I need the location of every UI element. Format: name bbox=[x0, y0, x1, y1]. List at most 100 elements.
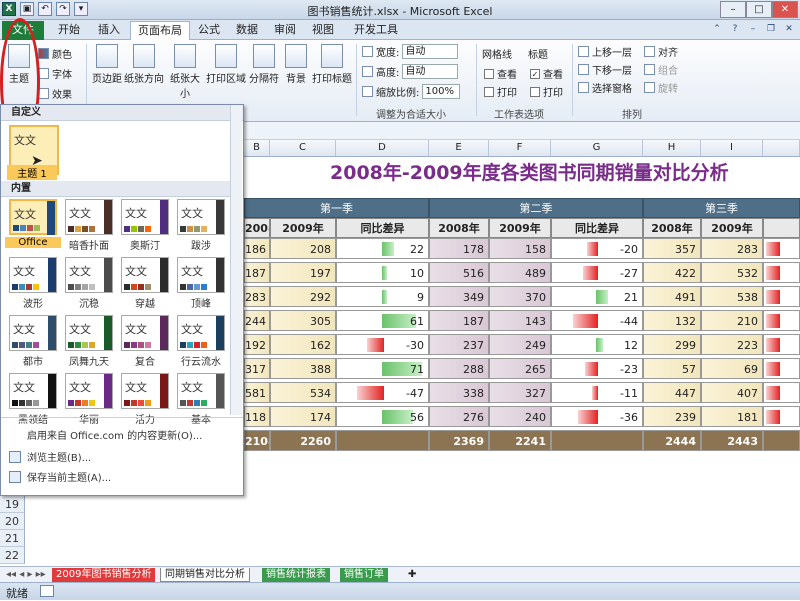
q3-2009-cell[interactable]: 223 bbox=[701, 334, 763, 355]
q1-2008-cell[interactable]: 118 bbox=[244, 406, 270, 427]
width-combo[interactable]: 自动 bbox=[402, 44, 459, 59]
restore-workbook-icon[interactable]: ❐ bbox=[764, 22, 778, 36]
sheet-tab-orders[interactable]: 销售订单 bbox=[340, 568, 388, 582]
diff-cell[interactable]: -30 bbox=[336, 334, 429, 355]
column-header-c[interactable]: C bbox=[270, 140, 336, 157]
diff-cell[interactable]: -23 bbox=[551, 358, 643, 379]
theme-thumb[interactable]: 文文 bbox=[177, 257, 225, 293]
q2-2009-cell[interactable]: 370 bbox=[489, 286, 551, 307]
q3-diff-cell[interactable] bbox=[763, 238, 800, 259]
q2-2008-cell[interactable]: 237 bbox=[429, 334, 489, 355]
send-backward-button[interactable]: 下移一层 bbox=[578, 62, 632, 77]
diff-cell[interactable]: -27 bbox=[551, 262, 643, 283]
tab-page-layout[interactable]: 页面布局 bbox=[130, 21, 190, 40]
diff-cell[interactable]: -11 bbox=[551, 382, 643, 403]
row-header[interactable]: 20 bbox=[0, 513, 25, 530]
q2-2009-cell[interactable]: 143 bbox=[489, 310, 551, 331]
scale-input[interactable]: 100% bbox=[422, 84, 461, 99]
q3-2008-cell[interactable]: 447 bbox=[643, 382, 701, 403]
sheet-tab-report[interactable]: 销售统计报表 bbox=[262, 568, 330, 582]
q1-2008-cell[interactable]: 581 bbox=[244, 382, 270, 403]
q3-2009-cell[interactable]: 532 bbox=[701, 262, 763, 283]
collapse-ribbon-icon[interactable]: ⌃ bbox=[710, 22, 724, 36]
q3-diff-total[interactable] bbox=[763, 430, 800, 451]
q2-2008-cell[interactable]: 178 bbox=[429, 238, 489, 259]
gridlines-print-check[interactable]: 打印 bbox=[484, 84, 517, 99]
tab-data[interactable]: 数据 bbox=[230, 21, 264, 40]
q2-2008-cell[interactable]: 338 bbox=[429, 382, 489, 403]
q2-2009-cell[interactable]: 489 bbox=[489, 262, 551, 283]
q2-2009-cell[interactable]: 327 bbox=[489, 382, 551, 403]
group-button[interactable]: 组合 bbox=[644, 62, 678, 77]
row-header[interactable]: 21 bbox=[0, 530, 25, 547]
q3-diff-cell[interactable] bbox=[763, 358, 800, 379]
orientation-button[interactable]: 纸张方向 bbox=[124, 44, 164, 85]
q3-2009-cell[interactable]: 283 bbox=[701, 238, 763, 259]
theme-thumb[interactable]: 文文 bbox=[121, 257, 169, 293]
q3-2009-cell[interactable]: 210 bbox=[701, 310, 763, 331]
column-header-g[interactable]: G bbox=[551, 140, 643, 157]
headings-view-check[interactable]: ✓ 查看 bbox=[530, 66, 563, 81]
q3-diff-cell[interactable] bbox=[763, 382, 800, 403]
q2-2009-total[interactable]: 2241 bbox=[489, 430, 551, 451]
diff-cell[interactable]: 10 bbox=[336, 262, 429, 283]
sheet-tab-comparison[interactable]: 同期销售对比分析 bbox=[160, 568, 250, 582]
q1-2009-cell[interactable]: 208 bbox=[270, 238, 336, 259]
theme-fonts-button[interactable]: 字体 bbox=[38, 66, 72, 81]
column-header-f[interactable]: F bbox=[489, 140, 551, 157]
column-header-e[interactable]: E bbox=[429, 140, 489, 157]
q1-2008-cell[interactable]: 317 bbox=[244, 358, 270, 379]
help-icon[interactable]: ? bbox=[728, 22, 742, 36]
row-header[interactable]: 22 bbox=[0, 547, 25, 564]
theme-thumb[interactable]: 文文 bbox=[9, 199, 57, 235]
browse-themes-item[interactable]: 浏览主题(B)... bbox=[9, 449, 91, 464]
q1-2008-cell[interactable]: 186 bbox=[244, 238, 270, 259]
tab-developer[interactable]: 开发工具 bbox=[346, 21, 406, 40]
theme-thumb[interactable]: 文文 bbox=[9, 373, 57, 409]
q1-2008-cell[interactable]: 244 bbox=[244, 310, 270, 331]
q3-2009-cell[interactable]: 181 bbox=[701, 406, 763, 427]
q2-2008-cell[interactable]: 276 bbox=[429, 406, 489, 427]
tab-insert[interactable]: 插入 bbox=[90, 21, 128, 40]
diff-cell[interactable]: 12 bbox=[551, 334, 643, 355]
q1-2009-cell[interactable]: 197 bbox=[270, 262, 336, 283]
background-button[interactable]: 背景 bbox=[282, 44, 310, 85]
column-header-b[interactable]: B bbox=[244, 140, 270, 157]
theme-effects-button[interactable]: 效果 bbox=[38, 86, 72, 101]
column-header-next[interactable] bbox=[763, 140, 800, 157]
breaks-button[interactable]: 分隔符 bbox=[248, 44, 280, 85]
q1-2009-cell[interactable]: 292 bbox=[270, 286, 336, 307]
theme-thumb[interactable]: 文文 bbox=[121, 315, 169, 351]
diff-cell[interactable]: -47 bbox=[336, 382, 429, 403]
column-header-d[interactable]: D bbox=[336, 140, 429, 157]
q3-2009-total[interactable]: 2443 bbox=[701, 430, 763, 451]
q1-2009-cell[interactable]: 534 bbox=[270, 382, 336, 403]
theme-thumb[interactable]: 文文 bbox=[65, 315, 113, 351]
q2-diff-total[interactable] bbox=[551, 430, 643, 451]
height-combo[interactable]: 自动 bbox=[402, 64, 459, 79]
tab-view[interactable]: 视图 bbox=[306, 21, 340, 40]
theme-thumb[interactable]: 文文 bbox=[65, 373, 113, 409]
column-header-h[interactable]: H bbox=[643, 140, 701, 157]
gallery-scrollbar[interactable] bbox=[230, 105, 242, 415]
enable-office-updates-item[interactable]: 启用来自 Office.com 的内容更新(O)... bbox=[9, 427, 202, 442]
q3-2008-total[interactable]: 2444 bbox=[643, 430, 701, 451]
bring-forward-button[interactable]: 上移一层 bbox=[578, 44, 632, 59]
minimize-workbook-icon[interactable]: – bbox=[746, 22, 760, 36]
q2-2008-cell[interactable]: 187 bbox=[429, 310, 489, 331]
tab-home[interactable]: 开始 bbox=[50, 21, 88, 40]
q3-diff-cell[interactable] bbox=[763, 406, 800, 427]
q1-2008-cell[interactable]: 283 bbox=[244, 286, 270, 307]
diff-cell[interactable]: -44 bbox=[551, 310, 643, 331]
theme-thumb[interactable]: 文文 bbox=[121, 199, 169, 235]
sheet-nav-arrows-icon[interactable]: ◂◂ ◂ ▸ ▸▸ bbox=[2, 568, 50, 582]
q2-2009-cell[interactable]: 249 bbox=[489, 334, 551, 355]
theme-thumb[interactable]: 文文 bbox=[177, 315, 225, 351]
q3-2009-cell[interactable]: 407 bbox=[701, 382, 763, 403]
q3-2008-cell[interactable]: 491 bbox=[643, 286, 701, 307]
close-workbook-icon[interactable]: ✕ bbox=[782, 22, 796, 36]
q3-diff-cell[interactable] bbox=[763, 310, 800, 331]
q1-2008-cell[interactable]: 192 bbox=[244, 334, 270, 355]
q1-2009-cell[interactable]: 388 bbox=[270, 358, 336, 379]
theme-thumb[interactable]: 文文 bbox=[177, 373, 225, 409]
